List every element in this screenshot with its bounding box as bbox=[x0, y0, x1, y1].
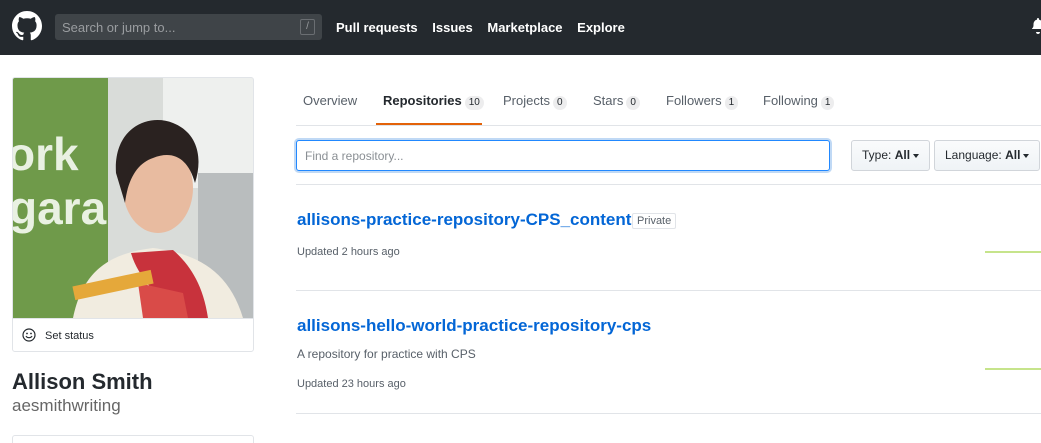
find-repository-input[interactable] bbox=[296, 140, 830, 171]
tab-followers-label: Followers bbox=[666, 93, 722, 108]
selected-tab-underline bbox=[376, 123, 482, 125]
type-filter-label: Type: bbox=[862, 148, 892, 162]
tab-followers-count: 1 bbox=[724, 96, 739, 110]
divider bbox=[296, 290, 1041, 291]
divider bbox=[296, 184, 1041, 185]
repo-updated: Updated 2 hours ago bbox=[297, 246, 400, 258]
top-header: / Pull requests Issues Marketplace Explo… bbox=[0, 0, 1041, 55]
profile-username: aesmithwriting bbox=[12, 396, 121, 415]
type-filter-button[interactable]: Type: All bbox=[851, 140, 931, 171]
language-filter-button[interactable]: Language: All bbox=[934, 140, 1041, 171]
top-nav: Pull requests Issues Marketplace Explore bbox=[336, 20, 636, 35]
slash-shortcut-hint: / bbox=[300, 19, 315, 35]
avatar[interactable]: ork gara bbox=[13, 78, 253, 318]
tab-overview-label: Overview bbox=[303, 93, 358, 108]
type-filter-value: All bbox=[894, 148, 911, 162]
caret-down-icon bbox=[913, 153, 920, 158]
tab-following-count: 1 bbox=[820, 96, 835, 110]
repo-link[interactable]: allisons-hello-world-practice-repository… bbox=[297, 316, 651, 336]
github-logo-icon[interactable] bbox=[12, 11, 42, 41]
tab-followers[interactable]: Followers 1 bbox=[666, 93, 739, 110]
nav-explore[interactable]: Explore bbox=[577, 20, 625, 35]
caret-down-icon bbox=[1023, 153, 1030, 158]
profile-edit-box[interactable] bbox=[12, 435, 254, 443]
language-filter-value: All bbox=[1005, 148, 1021, 162]
activity-sparkline bbox=[985, 368, 1041, 370]
private-badge: Private bbox=[632, 213, 677, 229]
tab-stars[interactable]: Stars 0 bbox=[593, 93, 640, 110]
tab-stars-count: 0 bbox=[626, 96, 640, 110]
svg-text:gara: gara bbox=[13, 182, 107, 234]
repo-link[interactable]: allisons-practice-repository-CPS_content bbox=[297, 210, 631, 230]
global-search: / bbox=[55, 14, 322, 40]
tab-following[interactable]: Following 1 bbox=[763, 93, 835, 110]
tab-repositories-count: 10 bbox=[464, 96, 484, 110]
tab-projects-label: Projects bbox=[503, 93, 550, 108]
tab-projects[interactable]: Projects 0 bbox=[503, 93, 567, 110]
global-search-input[interactable] bbox=[55, 14, 295, 40]
repo-description: A repository for practice with CPS bbox=[297, 347, 476, 361]
divider bbox=[296, 413, 1041, 414]
profile-full-name: Allison Smith bbox=[12, 369, 153, 394]
set-status-button[interactable]: Set status bbox=[13, 318, 253, 351]
avatar-card: ork gara Set status bbox=[12, 77, 254, 352]
profile-tabs: Overview Repositories 10 Projects 0 Stars 0… bbox=[296, 77, 1041, 126]
smiley-icon bbox=[22, 328, 36, 342]
repo-updated: Updated 23 hours ago bbox=[297, 378, 406, 390]
nav-issues[interactable]: Issues bbox=[432, 20, 472, 35]
bell-icon[interactable] bbox=[1031, 18, 1041, 34]
activity-sparkline bbox=[985, 251, 1041, 253]
tab-following-label: Following bbox=[763, 93, 818, 108]
tab-stars-label: Stars bbox=[593, 93, 624, 108]
svg-text:ork: ork bbox=[13, 128, 79, 180]
nav-pull-requests[interactable]: Pull requests bbox=[336, 20, 418, 35]
tab-repositories[interactable]: Repositories 10 bbox=[383, 93, 484, 110]
tab-overview[interactable]: Overview bbox=[303, 93, 357, 108]
tab-repositories-label: Repositories bbox=[383, 93, 462, 108]
tab-projects-count: 0 bbox=[552, 96, 567, 110]
set-status-label: Set status bbox=[45, 330, 94, 342]
language-filter-label: Language: bbox=[945, 148, 1002, 162]
nav-marketplace[interactable]: Marketplace bbox=[487, 20, 562, 35]
